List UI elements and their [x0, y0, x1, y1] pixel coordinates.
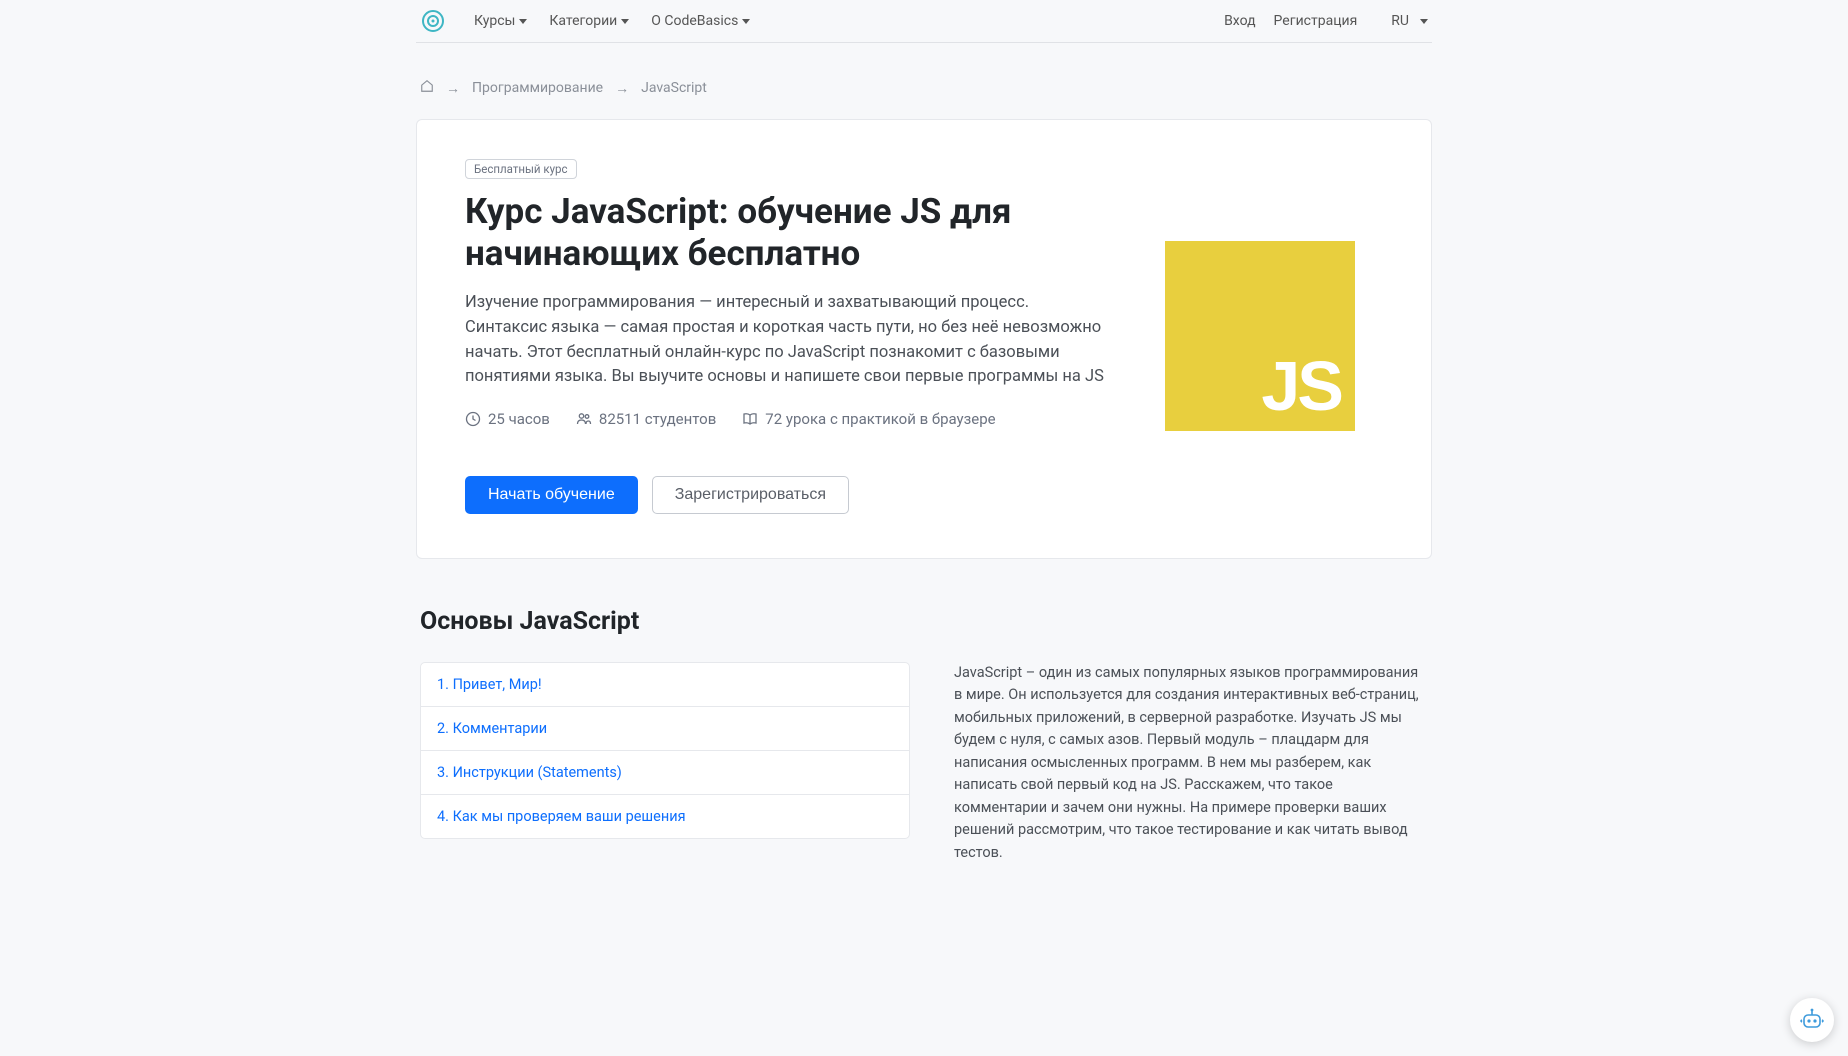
arrow-icon: →	[615, 80, 629, 97]
chevron-down-icon	[519, 19, 527, 24]
module-description: JavaScript – один из самых популярных яз…	[954, 662, 1428, 864]
lesson-item[interactable]: 2. Комментарии	[421, 707, 909, 751]
js-logo: JS	[1165, 241, 1355, 431]
meta-hours: 25 часов	[465, 410, 550, 428]
free-badge: Бесплатный курс	[465, 159, 577, 179]
nav-categories[interactable]: Категории	[549, 13, 629, 29]
book-icon	[742, 411, 758, 427]
arrow-icon: →	[446, 80, 460, 97]
chevron-down-icon	[1420, 19, 1428, 24]
nav-register[interactable]: Регистрация	[1274, 13, 1358, 29]
lesson-item[interactable]: 3. Инструкции (Statements)	[421, 751, 909, 795]
meta-students: 82511 студентов	[576, 410, 716, 428]
nav-login[interactable]: Вход	[1224, 13, 1255, 29]
home-icon	[420, 79, 434, 93]
breadcrumb: → Программирование → JavaScript	[416, 51, 1432, 119]
hero-card: Бесплатный курс Курс JavaScript: обучени…	[416, 119, 1432, 559]
course-description: Изучение программирования — интересный и…	[465, 291, 1105, 390]
lesson-item[interactable]: 1. Привет, Мир!	[421, 663, 909, 707]
people-icon	[576, 411, 592, 427]
chevron-down-icon	[621, 19, 629, 24]
robot-icon	[1798, 1006, 1826, 1034]
divider	[416, 42, 1432, 43]
logo[interactable]	[420, 8, 446, 34]
chat-widget[interactable]	[1790, 998, 1834, 1042]
register-button[interactable]: Зарегистрироваться	[652, 476, 849, 514]
nav-courses[interactable]: Курсы	[474, 13, 527, 29]
nav-language[interactable]: RU	[1391, 13, 1428, 29]
breadcrumb-home[interactable]	[420, 79, 434, 97]
meta-lessons: 72 урока с практикой в браузере	[742, 410, 995, 428]
start-learning-button[interactable]: Начать обучение	[465, 476, 638, 514]
breadcrumb-current: JavaScript	[641, 80, 707, 96]
nav-about[interactable]: О CodeBasics	[651, 13, 750, 29]
lesson-item[interactable]: 4. Как мы проверяем ваши решения	[421, 795, 909, 838]
lesson-list: 1. Привет, Мир! 2. Комментарии 3. Инстру…	[420, 662, 910, 839]
breadcrumb-programming[interactable]: Программирование	[472, 80, 603, 96]
section-title: Основы JavaScript	[416, 607, 1432, 636]
page-title: Курс JavaScript: обучение JS для начинаю…	[465, 191, 1105, 275]
chevron-down-icon	[742, 19, 750, 24]
clock-icon	[465, 411, 481, 427]
